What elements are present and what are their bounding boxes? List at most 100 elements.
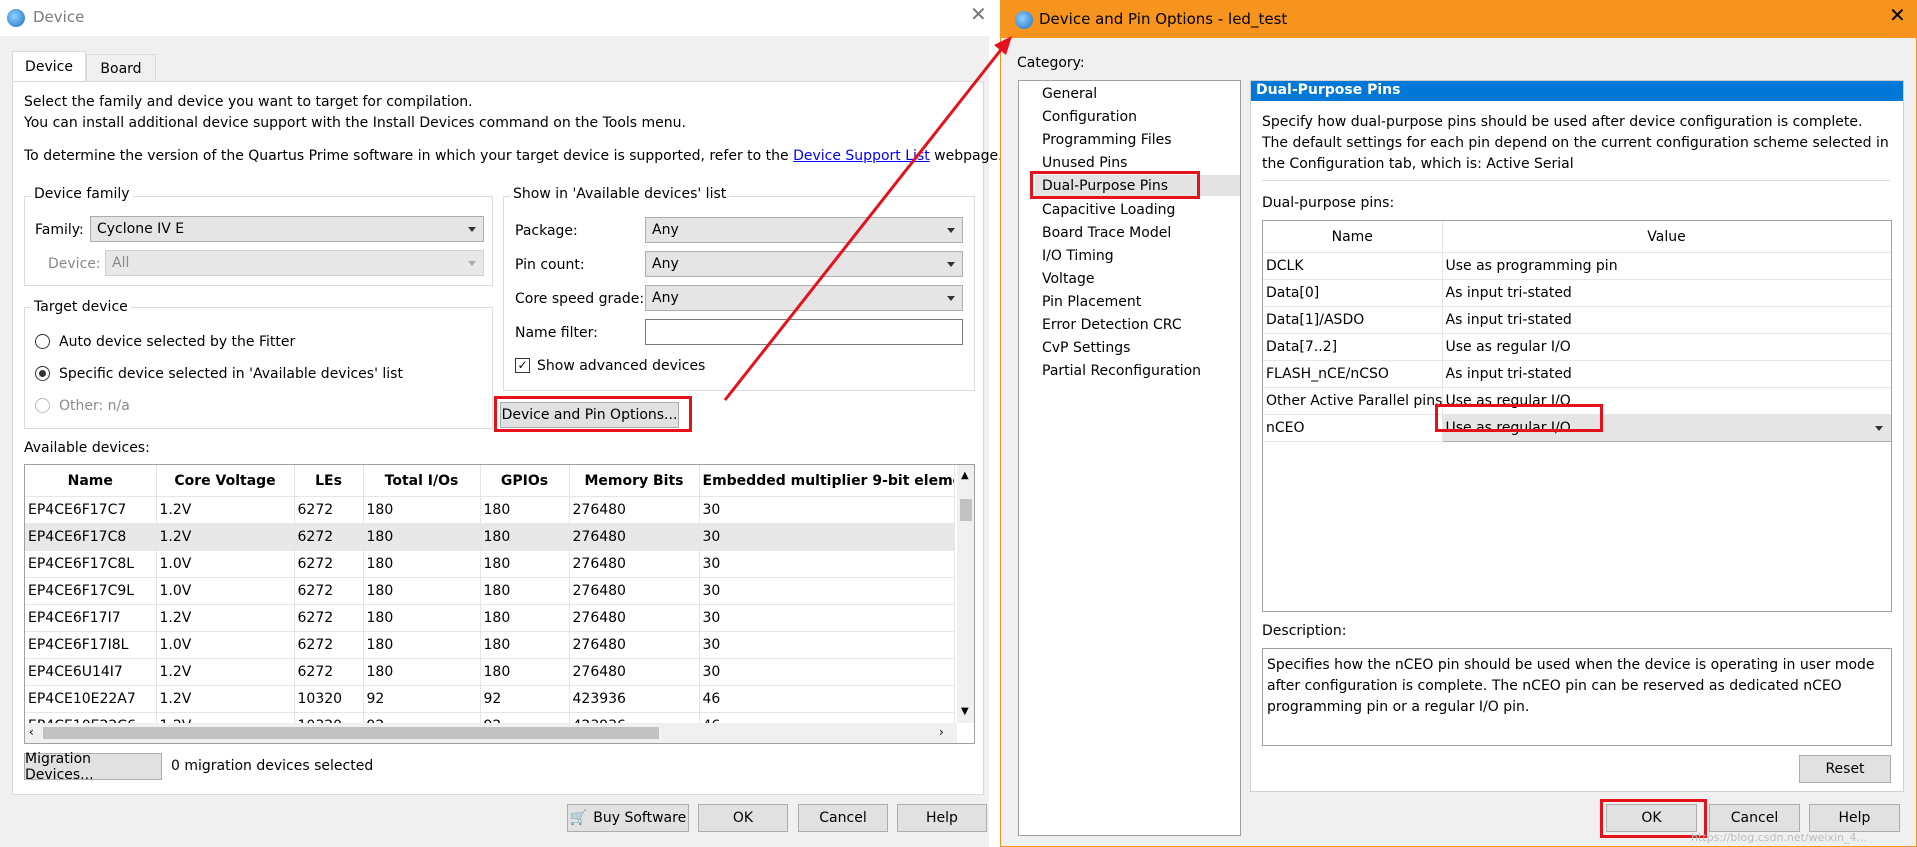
migration-devices-button[interactable]: Migration Devices...: [24, 751, 162, 783]
show-advanced-checkbox[interactable]: ✓: [515, 358, 530, 373]
buy-software-button[interactable]: 🛒 Buy Software: [567, 804, 689, 832]
device-row[interactable]: EP4CE6F17C8 1.2V 6272 180 180 276480 30: [25, 523, 955, 551]
device-cell: 1.0V: [156, 577, 295, 605]
device-cell: 276480: [569, 577, 700, 605]
pin-value-select[interactable]: Use as regular I/O: [1441, 414, 1891, 442]
pin-row[interactable]: Other Active Parallel pins Use as regular…: [1263, 387, 1891, 415]
scroll-left-icon[interactable]: ‹: [29, 724, 34, 741]
pin-row[interactable]: Data[1]/ASDO As input tri-stated: [1263, 306, 1891, 334]
pin-value-cell[interactable]: As input tri-stated: [1442, 360, 1891, 388]
category-item[interactable]: Error Detection CRC: [1042, 317, 1182, 334]
pin-value-cell[interactable]: Use as regular I/O: [1442, 387, 1891, 415]
package-select-value: Any: [652, 222, 679, 238]
left-ok-button[interactable]: OK: [698, 804, 788, 832]
device-pin-options-label: Device and Pin Options...: [501, 407, 678, 423]
devices-column-header[interactable]: Name: [25, 465, 157, 497]
target-device-title: Target device: [31, 299, 131, 316]
pins-column-header[interactable]: Value: [1442, 221, 1891, 253]
chevron-down-icon: [947, 296, 955, 301]
family-select-value: Cyclone IV E: [97, 221, 185, 237]
devices-column-header[interactable]: GPIOs: [480, 465, 570, 497]
category-item[interactable]: General: [1042, 86, 1097, 103]
family-select[interactable]: Cyclone IV E: [90, 216, 484, 242]
category-item[interactable]: Pin Placement: [1042, 294, 1141, 311]
devices-vertical-scrollbar[interactable]: ▲ ▼: [957, 465, 974, 723]
buy-software-label: Buy Software: [593, 810, 687, 826]
left-cancel-label: Cancel: [819, 810, 867, 826]
device-cell: 180: [363, 604, 481, 632]
devices-column-header[interactable]: Embedded multiplier 9-bit eleme: [699, 465, 955, 497]
category-item[interactable]: Partial Reconfiguration: [1042, 363, 1201, 380]
device-select[interactable]: All: [105, 250, 484, 276]
options-title-bar[interactable]: Device and Pin Options - led_test ✕: [1001, 1, 1916, 38]
pin-row[interactable]: DCLK Use as programming pin: [1263, 252, 1891, 280]
device-cell: 276480: [569, 523, 700, 551]
devices-column-header[interactable]: Total I/Os: [363, 465, 481, 497]
pin-count-select[interactable]: Any: [645, 251, 963, 277]
category-item[interactable]: CvP Settings: [1042, 340, 1130, 357]
pin-value-cell[interactable]: Use as programming pin: [1442, 252, 1891, 280]
device-pin-options-button[interactable]: Device and Pin Options...: [500, 402, 679, 428]
category-item[interactable]: Dual-Purpose Pins: [1042, 178, 1168, 195]
scroll-up-icon[interactable]: ▲: [961, 467, 969, 484]
name-filter-input[interactable]: [645, 319, 963, 345]
right-help-button[interactable]: Help: [1809, 804, 1900, 832]
vertical-scroll-thumb[interactable]: [960, 499, 972, 521]
category-item[interactable]: I/O Timing: [1042, 248, 1114, 265]
device-row[interactable]: EP4CE10E22A7 1.2V 10320 92 92 423936 46: [25, 685, 955, 713]
device-row[interactable]: EP4CE6F17C8L 1.0V 6272 180 180 276480 30: [25, 550, 955, 578]
reset-button[interactable]: Reset: [1799, 755, 1891, 783]
pin-row[interactable]: Data[7..2] Use as regular I/O: [1263, 333, 1891, 361]
left-help-button[interactable]: Help: [897, 804, 987, 832]
devices-column-header[interactable]: Memory Bits: [569, 465, 700, 497]
scroll-right-icon[interactable]: ›: [939, 724, 944, 741]
other-device-radio[interactable]: [35, 398, 50, 413]
category-item[interactable]: Capacitive Loading: [1042, 202, 1175, 219]
device-title-bar[interactable]: Device ✕: [0, 0, 989, 36]
auto-device-radio[interactable]: [35, 334, 50, 349]
pin-value-cell[interactable]: As input tri-stated: [1442, 306, 1891, 334]
left-cancel-button[interactable]: Cancel: [798, 804, 888, 832]
device-cell: 180: [480, 658, 570, 686]
pin-row[interactable]: Data[0] As input tri-stated: [1263, 279, 1891, 307]
speed-grade-select[interactable]: Any: [645, 285, 963, 311]
device-row[interactable]: EP4CE6F17I7 1.2V 6272 180 180 276480 30: [25, 604, 955, 632]
device-cell: 1.2V: [156, 523, 295, 551]
devices-column-header[interactable]: LEs: [294, 465, 364, 497]
intro-line-1: Select the family and device you want to…: [24, 94, 473, 110]
device-cell: 423936: [569, 685, 700, 713]
device-row[interactable]: EP4CE6F17I8L 1.0V 6272 180 180 276480 30: [25, 631, 955, 659]
close-icon[interactable]: ✕: [970, 4, 987, 24]
device-dialog-title: Device: [33, 8, 85, 26]
tab-device[interactable]: Device: [12, 51, 86, 82]
pin-value-cell[interactable]: As input tri-stated: [1442, 279, 1891, 307]
auto-device-label: Auto device selected by the Fitter: [59, 334, 296, 350]
category-item[interactable]: Configuration: [1042, 109, 1137, 126]
device-row[interactable]: EP4CE6U14I7 1.2V 6272 180 180 276480 30: [25, 658, 955, 686]
close-icon[interactable]: ✕: [1889, 5, 1906, 25]
right-cancel-button[interactable]: Cancel: [1709, 804, 1800, 832]
pin-value-cell[interactable]: Use as regular I/O: [1442, 333, 1891, 361]
specific-device-radio[interactable]: [35, 366, 50, 381]
device-support-list-link[interactable]: Device Support List: [793, 148, 930, 164]
horizontal-scroll-thumb[interactable]: [43, 727, 659, 739]
family-label: Family:: [35, 222, 84, 238]
package-select[interactable]: Any: [645, 217, 963, 243]
device-cell: EP4CE6F17I7: [25, 604, 157, 632]
device-cell: 180: [363, 496, 481, 524]
devices-column-header[interactable]: Core Voltage: [156, 465, 295, 497]
pin-row[interactable]: nCEO Use as regular I/O: [1263, 414, 1891, 442]
devices-horizontal-scrollbar[interactable]: ‹ ›: [25, 723, 957, 743]
pin-row[interactable]: FLASH_nCE/nCSO As input tri-stated: [1263, 360, 1891, 388]
device-row[interactable]: EP4CE6F17C9L 1.0V 6272 180 180 276480 30: [25, 577, 955, 605]
category-item[interactable]: Board Trace Model: [1042, 225, 1171, 242]
device-row[interactable]: EP4CE6F17C7 1.2V 6272 180 180 276480 30: [25, 496, 955, 524]
pins-column-header[interactable]: Name: [1263, 221, 1443, 253]
category-item[interactable]: Programming Files: [1042, 132, 1172, 149]
tab-board[interactable]: Board: [86, 54, 156, 82]
device-cell: 6272: [294, 577, 364, 605]
category-item[interactable]: Voltage: [1042, 271, 1095, 288]
category-item[interactable]: Unused Pins: [1042, 155, 1127, 172]
right-ok-button[interactable]: OK: [1606, 804, 1697, 832]
scroll-down-icon[interactable]: ▼: [961, 703, 969, 720]
